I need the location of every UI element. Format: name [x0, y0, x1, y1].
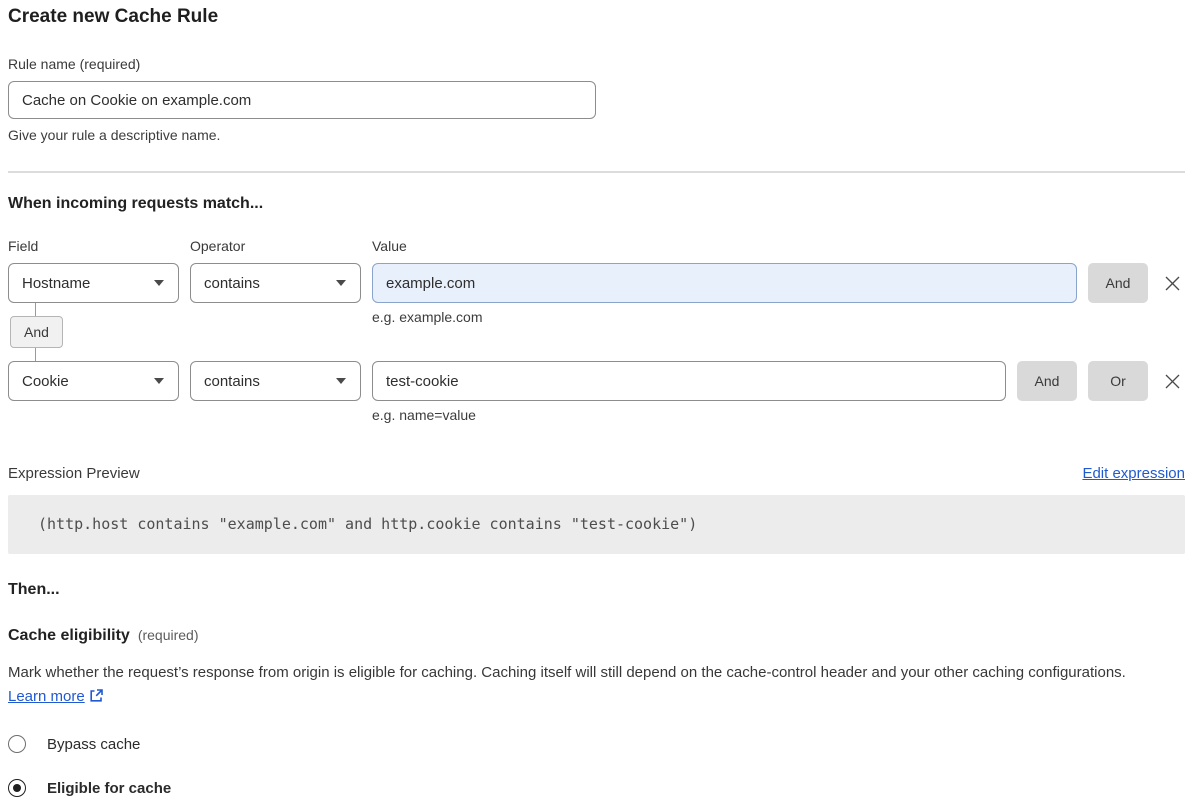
rule-name-label: Rule name (required)	[8, 56, 1185, 72]
chevron-down-icon	[336, 280, 346, 286]
chevron-down-icon	[154, 378, 164, 384]
value-input-2[interactable]	[372, 361, 1006, 401]
rule-name-group: Rule name (required) Give your rule a de…	[8, 56, 1185, 143]
close-icon	[1164, 373, 1181, 390]
value-hint-slot-2: e.g. name=value	[372, 401, 1185, 423]
field-select-2-value: Cookie	[22, 373, 69, 390]
rule-name-helper: Give your rule a descriptive name.	[8, 127, 1185, 143]
cache-eligibility-options: Bypass cache Eligible for cache	[8, 735, 1185, 797]
spacer	[190, 401, 361, 423]
chevron-down-icon	[336, 378, 346, 384]
remove-condition-2-button[interactable]	[1159, 361, 1185, 401]
operator-select-1[interactable]: contains	[190, 263, 361, 303]
value-hint-row-2: e.g. name=value	[8, 401, 1185, 423]
builder-column-labels: Field Operator Value	[8, 238, 1185, 254]
value-wrap-2	[372, 361, 1006, 401]
radio-label: Bypass cache	[47, 736, 140, 753]
cache-eligibility-heading-row: Cache eligibility (required)	[8, 627, 1185, 645]
rule-name-input[interactable]	[8, 81, 596, 119]
description-text: Mark whether the request’s response from…	[8, 664, 1126, 681]
close-icon	[1164, 275, 1181, 292]
value-hint-slot-1: e.g. example.com	[372, 303, 1185, 361]
radio-option-bypass-cache[interactable]: Bypass cache	[8, 735, 1185, 753]
connector-zone: And e.g. example.com	[8, 303, 1185, 361]
field-select-2[interactable]: Cookie	[8, 361, 179, 401]
value-hint-2: e.g. name=value	[372, 407, 1185, 423]
radio-option-eligible-for-cache[interactable]: Eligible for cache	[8, 779, 1185, 797]
connector-and-chip[interactable]: And	[10, 316, 63, 348]
and-button-row-1[interactable]: And	[1088, 263, 1148, 303]
expression-preview-box: (http.host contains "example.com" and ht…	[8, 495, 1185, 554]
operator-select-2[interactable]: contains	[190, 361, 361, 401]
field-select-1-value: Hostname	[22, 275, 90, 292]
field-select-1[interactable]: Hostname	[8, 263, 179, 303]
radio-unselected-icon[interactable]	[8, 735, 26, 753]
expression-header: Expression Preview Edit expression	[8, 465, 1185, 482]
then-heading: Then...	[8, 581, 1185, 599]
value-hint-1: e.g. example.com	[372, 309, 1185, 325]
and-button-row-2[interactable]: And	[1017, 361, 1077, 401]
operator-select-1-value: contains	[204, 275, 260, 292]
expression-code: (http.host contains "example.com" and ht…	[38, 515, 697, 533]
external-link-icon	[89, 688, 104, 703]
section-divider	[8, 171, 1185, 173]
page-title: Create new Cache Rule	[8, 6, 1185, 28]
operator-select-2-value: contains	[204, 373, 260, 390]
learn-more-link[interactable]: Learn more	[8, 688, 85, 705]
edit-expression-link[interactable]: Edit expression	[1082, 465, 1185, 482]
value-column-label: Value	[372, 238, 1185, 254]
condition-row-2: Cookie contains And Or	[8, 361, 1185, 401]
expression-preview-label: Expression Preview	[8, 465, 140, 482]
create-cache-rule-page: Create new Cache Rule Rule name (require…	[0, 0, 1200, 807]
cache-eligibility-description: Mark whether the request’s response from…	[8, 661, 1168, 709]
radio-label: Eligible for cache	[47, 780, 171, 797]
chevron-down-icon	[154, 280, 164, 286]
remove-condition-1-button[interactable]	[1159, 263, 1185, 303]
or-button-row-2[interactable]: Or	[1088, 361, 1148, 401]
cache-eligibility-heading: Cache eligibility	[8, 627, 130, 645]
match-heading: When incoming requests match...	[8, 195, 1185, 213]
spacer	[190, 303, 361, 361]
value-wrap-1	[372, 263, 1077, 303]
value-input-1[interactable]	[372, 263, 1077, 303]
spacer	[8, 401, 179, 423]
field-column-label: Field	[8, 238, 179, 254]
required-note: (required)	[138, 627, 199, 643]
connector-col: And	[8, 303, 179, 361]
condition-row-1: Hostname contains And	[8, 263, 1185, 303]
radio-selected-icon[interactable]	[8, 779, 26, 797]
operator-column-label: Operator	[190, 238, 361, 254]
